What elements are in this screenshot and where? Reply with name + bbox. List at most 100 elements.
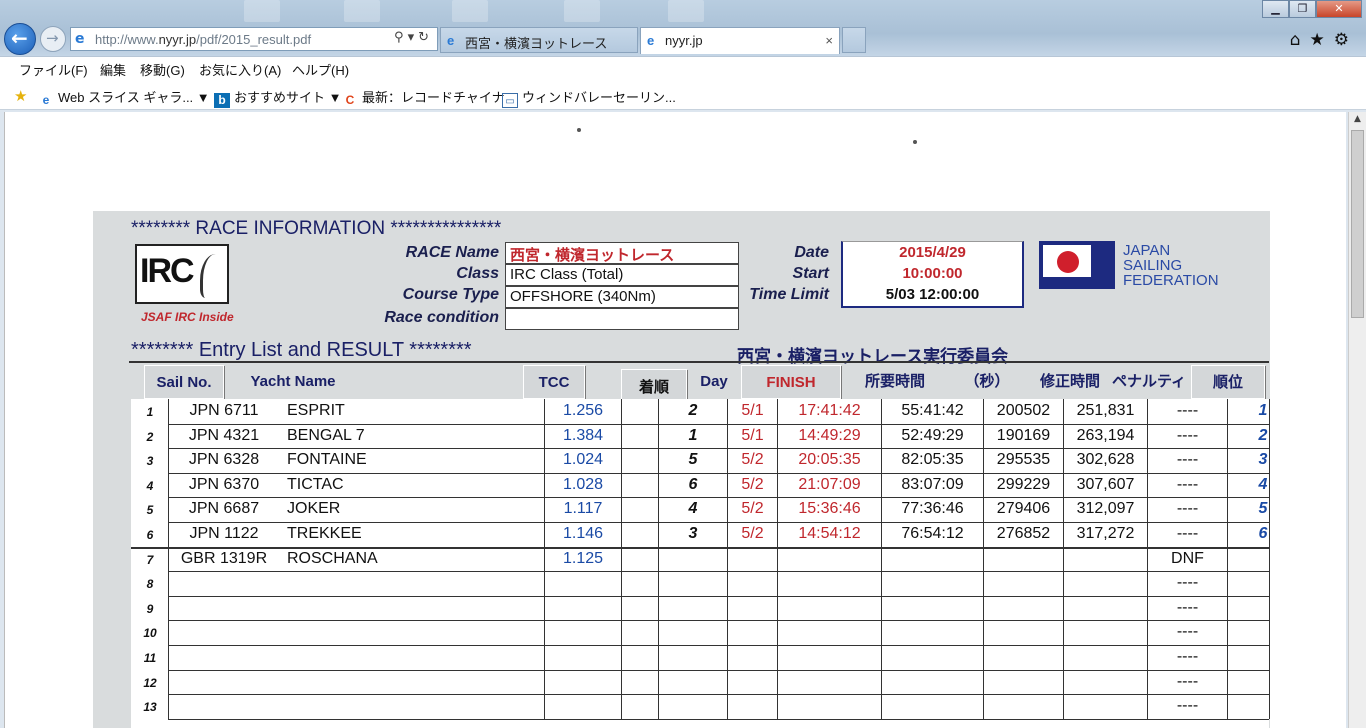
- favorites-star-icon[interactable]: ★: [1310, 30, 1334, 50]
- cell-elapsed: 55:41:42: [901, 402, 964, 419]
- address-path: /pdf/2015_result.pdf: [196, 32, 312, 47]
- fav-recommended[interactable]: b おすすめサイト ▼: [214, 87, 342, 108]
- dropdown-icon[interactable]: ▼: [329, 90, 342, 105]
- scroll-up-arrow-icon[interactable]: ▲: [1349, 114, 1366, 128]
- row-number: 8: [146, 577, 154, 592]
- dropdown-icon[interactable]: ▾: [408, 30, 419, 45]
- cell-tcc: 1.384: [562, 426, 604, 444]
- cell-elapsed: 77:36:46: [901, 500, 964, 518]
- vertical-scrollbar[interactable]: ▲: [1348, 112, 1366, 728]
- start-value: 10:00:00: [902, 265, 963, 282]
- bing-icon: b: [214, 93, 230, 108]
- cell-penalty: ----: [1176, 500, 1199, 518]
- cell-order: 3: [688, 525, 698, 542]
- row-number: 6: [146, 528, 154, 542]
- scrollbar-thumb[interactable]: [1351, 130, 1364, 318]
- federation-name: JAPAN SAILING FEDERATION: [1123, 243, 1219, 288]
- cell-penalty: ----: [1176, 574, 1199, 592]
- start-label: Start: [792, 265, 829, 282]
- tab-nyyr[interactable]: e nyyr.jp ×: [640, 27, 840, 54]
- menu-favorites[interactable]: お気に入り(A): [199, 60, 281, 79]
- date-box: 2015/4/29 10:00:00 5/03 12:00:00: [841, 241, 1024, 308]
- cell-sail: JPN 4321: [188, 426, 260, 444]
- favorites-bar: ★ e Web スライス ギャラ... ▼ b おすすめサイト ▼ C 最新：レコード…: [0, 80, 1366, 110]
- fav-web-slice[interactable]: e Web スライス ギャラ... ▼: [38, 87, 210, 108]
- row-number: 1: [146, 405, 154, 419]
- fav-label: 最新：レコードチャイナ: [362, 90, 505, 105]
- class-label: Class: [456, 265, 499, 282]
- fav-windvalley[interactable]: ▭ ウィンドバレーセーリン...: [502, 87, 676, 108]
- entry-list-heading: ******** Entry List and RESULT ********: [131, 339, 472, 361]
- tab-race[interactable]: e 西宮・横濱ヨットレース: [440, 27, 638, 53]
- cell-yacht: TREKKEE: [287, 525, 362, 542]
- irc-logo: IRC: [135, 244, 229, 304]
- time-limit-value: 5/03 12:00:00: [885, 286, 980, 303]
- pdf-viewport[interactable]: ******** RACE INFORMATION **************…: [4, 112, 1346, 728]
- federation-line: FEDERATION: [1123, 272, 1219, 289]
- cell-rank: 6: [1258, 525, 1268, 542]
- menu-edit[interactable]: 編集: [100, 60, 126, 79]
- cell-penalty: ----: [1176, 598, 1199, 616]
- table-row-divider: [168, 448, 1269, 450]
- table-grid-line: [1063, 399, 1064, 719]
- close-window-button[interactable]: ✕: [1316, 0, 1362, 18]
- cell-elapsed: 83:07:09: [901, 475, 964, 493]
- toolbar-icons: ⌂★⚙: [1290, 30, 1358, 50]
- background-blur: [344, 0, 380, 22]
- federation-line: SAILING: [1123, 257, 1183, 274]
- forward-button[interactable]: →: [40, 26, 66, 52]
- back-button[interactable]: ←: [4, 23, 36, 55]
- cell-penalty: ----: [1176, 672, 1199, 690]
- header-corrected: 修正時間: [1039, 373, 1100, 390]
- cell-sec: 276852: [996, 525, 1051, 542]
- cell-order: 2: [688, 402, 698, 419]
- address-actions[interactable]: ⚲▾↻: [394, 30, 433, 45]
- cell-day: 5/1: [741, 426, 764, 444]
- address-text[interactable]: http://www.nyyr.jp/pdf/2015_result.pdf: [95, 32, 311, 47]
- cell-corrected: 317,272: [1076, 525, 1135, 542]
- address-bar[interactable]: e http://www.nyyr.jp/pdf/2015_result.pdf…: [70, 27, 438, 51]
- cell-sail: JPN 6328: [188, 451, 260, 469]
- dropdown-icon[interactable]: ▼: [197, 90, 210, 105]
- minimize-button[interactable]: ▁: [1262, 0, 1289, 18]
- cell-corrected: 263,194: [1076, 426, 1135, 444]
- home-icon[interactable]: ⌂: [1290, 30, 1310, 50]
- race-condition-label: Race condition: [384, 309, 499, 326]
- cell-tcc: 1.028: [562, 475, 604, 493]
- new-tab-button[interactable]: [842, 27, 866, 53]
- cell-rank: 3: [1258, 451, 1268, 469]
- record-china-icon: C: [345, 93, 355, 107]
- settings-gear-icon[interactable]: ⚙: [1334, 30, 1358, 50]
- cell-finish: 15:36:46: [798, 500, 861, 518]
- date-label: Date: [794, 244, 829, 261]
- cell-tcc: 1.146: [562, 525, 604, 542]
- row-number: 5: [146, 503, 154, 518]
- cell-rank: 2: [1258, 426, 1268, 444]
- table-row-divider: [168, 497, 1269, 499]
- menu-help[interactable]: ヘルプ(H): [292, 60, 349, 79]
- cell-penalty: ----: [1176, 451, 1199, 469]
- fav-label: Web スライス ギャラ...: [58, 90, 194, 105]
- search-icon[interactable]: ⚲: [394, 30, 408, 45]
- refresh-icon[interactable]: ↻: [418, 30, 433, 45]
- fav-record-china[interactable]: C 最新：レコードチャイナ: [342, 87, 505, 108]
- cell-sec: 279406: [996, 500, 1051, 518]
- arrow-right-icon: →: [46, 29, 59, 47]
- cell-tcc: 1.256: [562, 402, 604, 419]
- table-row-divider: [168, 669, 1269, 671]
- add-favorite-star-icon[interactable]: ★: [14, 87, 27, 105]
- cell-elapsed: 82:05:35: [901, 451, 964, 469]
- header-rank: 順位: [1191, 365, 1265, 399]
- cell-order: 5: [688, 451, 698, 469]
- menu-file[interactable]: ファイル(F): [19, 60, 88, 79]
- close-tab-icon[interactable]: ×: [825, 33, 833, 48]
- federation-line: JAPAN: [1123, 242, 1171, 259]
- cell-finish: 17:41:42: [798, 402, 861, 419]
- cell-sec: 200502: [996, 402, 1051, 419]
- restore-button[interactable]: ❐: [1289, 0, 1316, 18]
- menu-go[interactable]: 移動(G): [140, 60, 185, 79]
- header-seconds: （秒）: [964, 373, 1010, 390]
- table-grid-line: [881, 399, 882, 719]
- ie-tab-icon: e: [647, 33, 655, 48]
- row-number: 9: [146, 601, 154, 616]
